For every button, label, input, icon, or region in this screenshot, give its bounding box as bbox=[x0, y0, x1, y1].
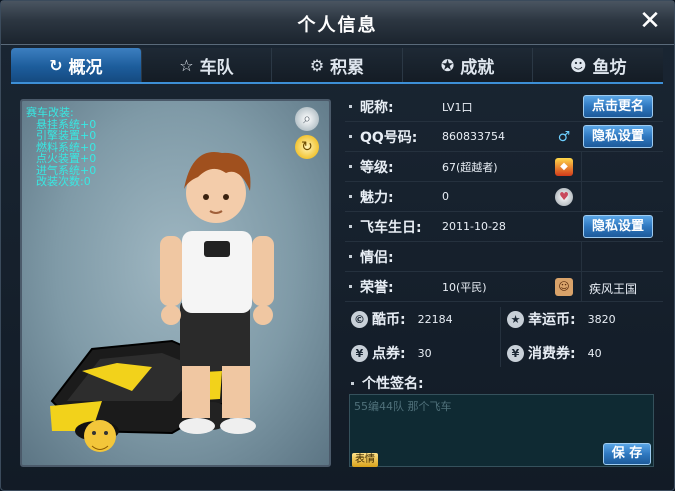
currency-row-1: © 酷币: 22184 ★ 幸运币: 3820 bbox=[345, 301, 663, 335]
pet-illustration bbox=[84, 420, 116, 452]
consume-value: 40 bbox=[587, 346, 602, 360]
refresh-circle-icon: ↻ bbox=[49, 55, 63, 75]
tab-bar: ↻ 概况 ☆ 车队 ⚙ 积累 ✪ 成就 ☻ 鱼坊 bbox=[11, 48, 663, 84]
close-button[interactable]: ✕ bbox=[636, 7, 664, 35]
citizen-face-icon: ☺ bbox=[555, 278, 573, 296]
copyright-coin-icon: © bbox=[351, 310, 368, 328]
consume-coupon: ¥ 消费券: 40 bbox=[507, 343, 602, 363]
birthday-privacy-button[interactable]: 隐私设置 bbox=[582, 215, 653, 238]
heart-icon: ♥ bbox=[555, 188, 573, 206]
currency-row-2: ¥ 点券: 30 ¥ 消费券: 40 bbox=[345, 335, 663, 369]
tab-team[interactable]: ☆ 车队 bbox=[142, 48, 273, 82]
currency-divider bbox=[500, 307, 501, 367]
cool-label: 酷币: bbox=[372, 312, 406, 328]
bullet-icon bbox=[349, 105, 352, 108]
charm-label: 魅力: bbox=[360, 189, 394, 206]
rename-button[interactable]: 点击更名 bbox=[582, 95, 653, 118]
rotate-icon[interactable]: ↻ bbox=[295, 135, 319, 159]
row-level: 等级: 67(超越者) ◆ bbox=[345, 152, 663, 182]
qq-privacy-button[interactable]: 隐私设置 bbox=[582, 125, 653, 148]
save-button[interactable]: 保 存 bbox=[603, 443, 651, 465]
points-label: 点券: bbox=[372, 346, 406, 362]
tab-fish-workshop[interactable]: ☻ 鱼坊 bbox=[533, 48, 663, 82]
kingdom-name: 疾风王国 bbox=[589, 282, 638, 296]
lucky-coin: ★ 幸运币: 3820 bbox=[507, 309, 616, 329]
tab-accumulation[interactable]: ⚙ 积累 bbox=[272, 48, 403, 82]
row-birthday: 飞车生日: 2011-10-28 隐私设置 bbox=[345, 212, 663, 242]
bullet-icon bbox=[349, 165, 352, 168]
male-gender-icon: ♂ bbox=[557, 129, 571, 145]
points-coin-icon: ¥ bbox=[351, 344, 368, 362]
birthday-label: 飞车生日: bbox=[360, 219, 422, 236]
profile-info: 昵称: LV1口 点击更名 QQ号码: 860833754 ♂ 隐私设置 等级:… bbox=[345, 92, 663, 302]
nickname-label: 昵称: bbox=[360, 99, 394, 116]
fish-face-icon: ☻ bbox=[569, 55, 587, 75]
tab-achievements[interactable]: ✪ 成就 bbox=[403, 48, 534, 82]
row-charm: 魅力: 0 ♥ bbox=[345, 182, 663, 212]
bullet-icon bbox=[351, 381, 354, 385]
tab-label: 概况 bbox=[68, 57, 103, 78]
mod-ignition: 点火装置+0 bbox=[36, 152, 97, 165]
birthday-value: 2011-10-28 bbox=[442, 220, 506, 233]
row-divider bbox=[581, 152, 582, 181]
mod-count: 改装次数:0 bbox=[36, 175, 91, 188]
bullet-icon bbox=[349, 135, 352, 138]
star-icon: ☆ bbox=[179, 55, 194, 75]
mods-title: 赛车改装: bbox=[26, 106, 74, 119]
row-qq: QQ号码: 860833754 ♂ 隐私设置 bbox=[345, 122, 663, 152]
row-divider bbox=[581, 182, 582, 211]
level-label: 等级: bbox=[360, 159, 394, 176]
tab-label: 成就 bbox=[460, 57, 495, 78]
bullet-icon bbox=[349, 255, 352, 258]
gear-icon: ⚙ bbox=[309, 55, 325, 75]
yen-coin-icon: ¥ bbox=[507, 344, 524, 362]
cool-value: 22184 bbox=[417, 312, 453, 326]
row-divider bbox=[581, 272, 582, 301]
bullet-icon bbox=[349, 195, 352, 198]
honor-label: 荣誉: bbox=[360, 279, 394, 296]
star-coin-icon: ★ bbox=[507, 310, 524, 328]
consume-label: 消费券: bbox=[528, 346, 576, 362]
qq-value: 860833754 bbox=[442, 130, 505, 143]
row-honor: 荣誉: 10(平民) ☺ 疾风王国 bbox=[345, 272, 663, 302]
partner-label: 情侣: bbox=[360, 249, 394, 266]
currency-panel: © 酷币: 22184 ★ 幸运币: 3820 ¥ 点券: 30 ¥ 消费券: … bbox=[345, 301, 663, 369]
nickname-value: LV1口 bbox=[442, 100, 473, 114]
bullet-icon bbox=[349, 285, 352, 288]
cool-coin: © 酷币: 22184 bbox=[351, 309, 453, 329]
row-divider bbox=[581, 242, 582, 271]
mod-engine: 引擎装置+0 bbox=[36, 129, 97, 142]
lucky-label: 幸运币: bbox=[528, 312, 576, 328]
tab-label: 鱼坊 bbox=[592, 57, 627, 78]
tab-overview[interactable]: ↻ 概况 bbox=[11, 48, 142, 82]
bullet-icon bbox=[349, 225, 352, 228]
zoom-icon[interactable]: ⌕ bbox=[295, 107, 319, 131]
honor-value: 10(平民) bbox=[442, 280, 487, 294]
tab-label: 车队 bbox=[199, 57, 234, 78]
emoji-button[interactable]: 表情 bbox=[352, 453, 378, 467]
signature-label: 个性签名: bbox=[362, 376, 424, 392]
window-title: 个人信息 bbox=[297, 15, 378, 36]
points: ¥ 点券: 30 bbox=[351, 343, 432, 363]
kart-mods-list: 赛车改装: 悬挂系统+0 引擎装置+0 燃料系统+0 点火装置+0 进气系统+0… bbox=[26, 107, 96, 188]
lucky-value: 3820 bbox=[587, 312, 616, 326]
qq-label: QQ号码: bbox=[360, 129, 418, 146]
tab-label: 积累 bbox=[330, 57, 365, 78]
level-value: 67(超越者) bbox=[442, 160, 498, 174]
signature-label-row: 个性签名: bbox=[351, 373, 424, 393]
signature-text: 55编44队 那个飞车 bbox=[354, 400, 452, 413]
profile-window: 个人信息 ✕ ↻ 概况 ☆ 车队 ⚙ 积累 ✪ 成就 ☻ 鱼坊 赛车改装: 悬挂… bbox=[0, 0, 675, 491]
points-value: 30 bbox=[417, 346, 432, 360]
medal-icon: ✪ bbox=[440, 55, 455, 75]
rank-badge-icon: ◆ bbox=[555, 158, 573, 176]
row-nickname: 昵称: LV1口 点击更名 bbox=[345, 92, 663, 122]
title-bar[interactable]: 个人信息 ✕ bbox=[1, 1, 674, 45]
row-partner: 情侣: bbox=[345, 242, 663, 272]
charm-value: 0 bbox=[442, 190, 449, 203]
avatar-viewer[interactable]: 赛车改装: 悬挂系统+0 引擎装置+0 燃料系统+0 点火装置+0 进气系统+0… bbox=[20, 99, 331, 467]
